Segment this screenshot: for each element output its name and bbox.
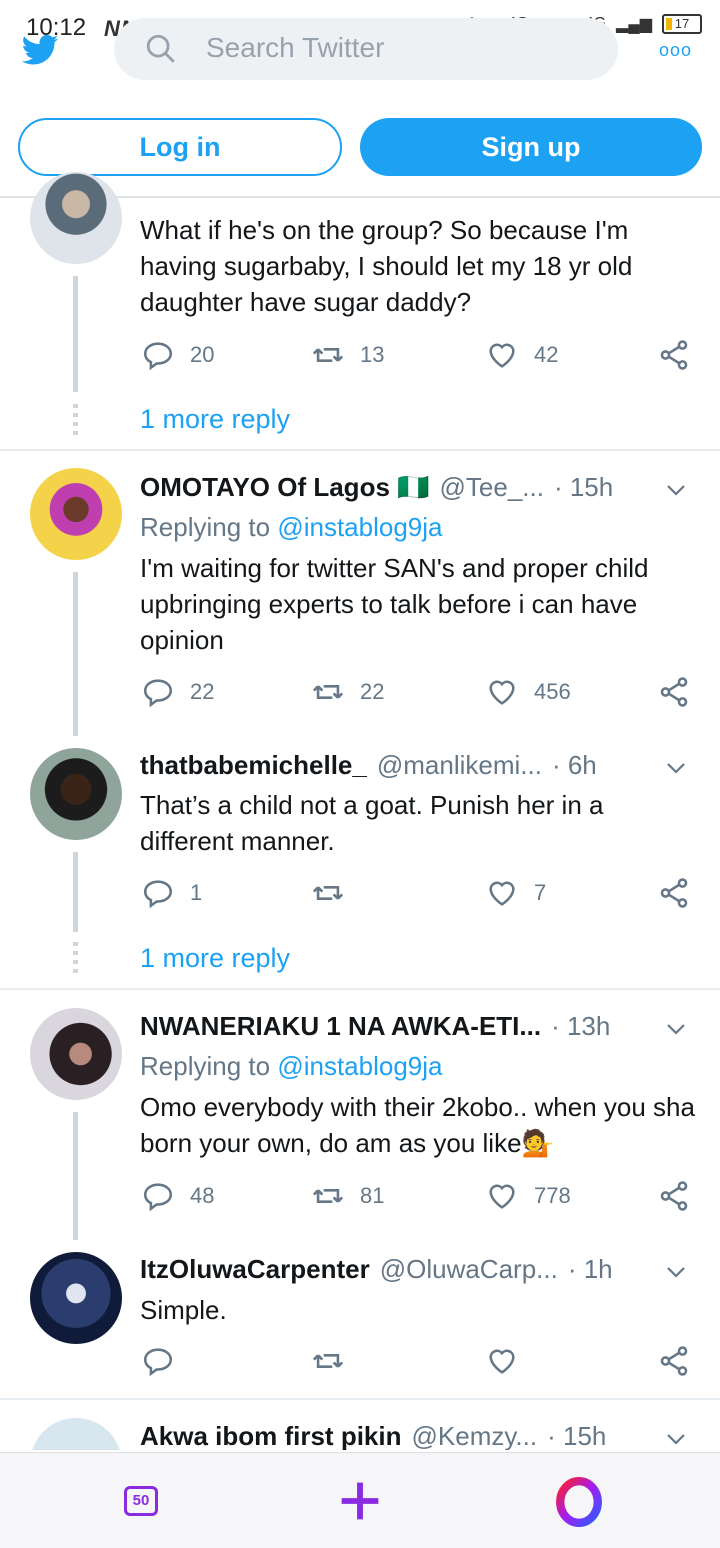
tweet-item[interactable]: Akwa ibom first pikin @Kemzy... · 15h — [0, 0, 720, 1450]
avatar[interactable] — [30, 1418, 122, 1450]
author-name[interactable]: Akwa ibom first pikin — [140, 1421, 402, 1450]
tweet-header: Akwa ibom first pikin @Kemzy... · 15h — [140, 1421, 606, 1450]
browser-bottom-bar: 50 — [0, 1452, 720, 1548]
chevron-down-icon[interactable] — [664, 1427, 688, 1450]
tabs-button[interactable]: 50 — [124, 1486, 158, 1516]
author-handle: @Kemzy... — [411, 1421, 538, 1450]
new-tab-plus-icon[interactable] — [338, 1479, 382, 1523]
tweet-time: · 15h — [547, 1421, 607, 1450]
opera-menu-icon[interactable] — [554, 1477, 604, 1527]
